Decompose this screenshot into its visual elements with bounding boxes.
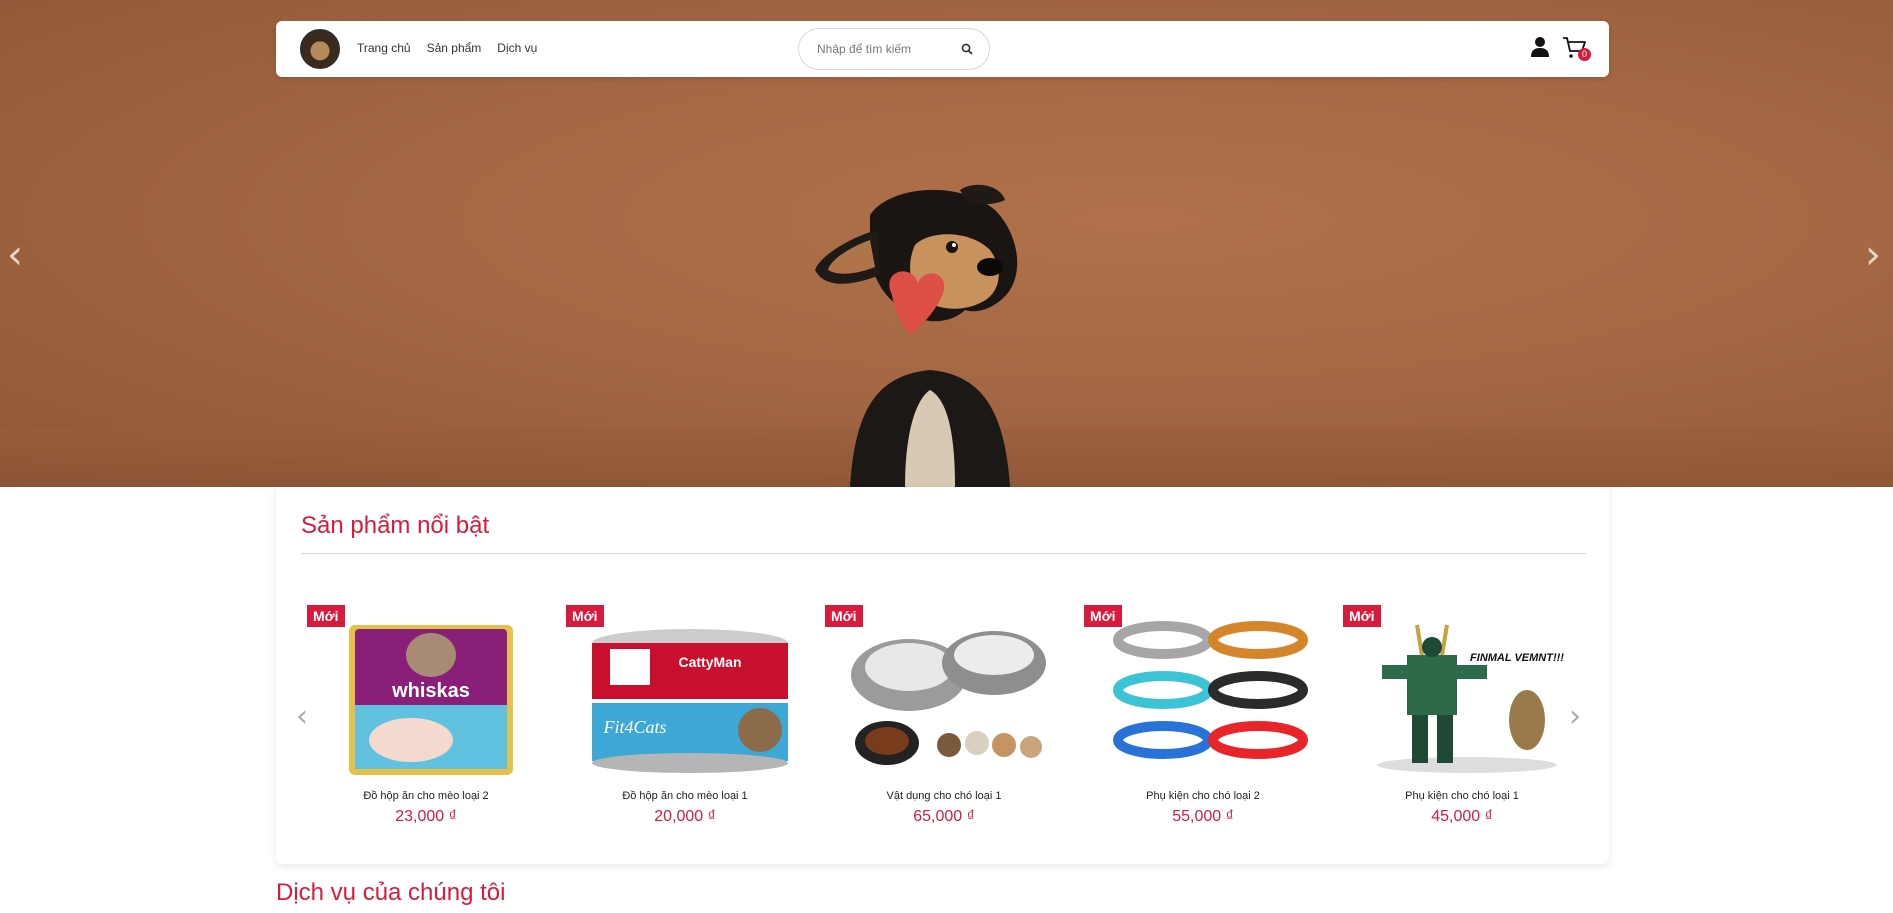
product-card[interactable]: Mới CattyMan Fit4Cats Đồ hộp ăn cho mèo … (560, 605, 810, 835)
cat-food-pouch-image: whiskas (349, 625, 513, 775)
svg-text:whiskas: whiskas (391, 680, 470, 702)
nav-link-products[interactable]: Sản phẩm (427, 41, 482, 55)
search-box (798, 28, 990, 70)
featured-title: Sản phẩm nổi bật (301, 512, 490, 539)
product-name: Đồ hộp ăn cho mèo loại 2 (363, 790, 489, 802)
product-price: 45,000 ₫ (1431, 808, 1493, 825)
user-icon[interactable] (1530, 36, 1550, 58)
product-price: 55,000 ₫ (1172, 808, 1234, 825)
site-logo[interactable] (300, 29, 340, 69)
product-card[interactable]: Mới FINMAL VEMNT!!! Phụ kiện cho chó loạ… (1337, 605, 1587, 835)
robot-toy-image: FINMAL VEMNT!!! (1377, 624, 1564, 773)
hero-prev-arrow[interactable]: ‹ (0, 235, 30, 275)
product-name: Vật dụng cho chó loại 1 (886, 790, 1002, 802)
cat-food-can-image: CattyMan Fit4Cats (592, 629, 788, 773)
nav-links: Trang chủ Sản phẩm Dịch vụ (357, 41, 537, 55)
svg-text:CattyMan: CattyMan (678, 654, 741, 670)
svg-text:FINMAL VEMNT!!!: FINMAL VEMNT!!! (1470, 652, 1564, 664)
hero-next-arrow[interactable]: › (1858, 235, 1888, 275)
product-card[interactable]: Mới whiskas Đồ hộp ăn cho mèo loại 2 23,… (301, 605, 551, 835)
svg-text:Fit4Cats: Fit4Cats (602, 717, 666, 737)
dog-bowls-image (851, 631, 1046, 765)
product-name: Phụ kiện cho chó loại 1 (1405, 790, 1519, 802)
dog-image (815, 184, 1018, 487)
cart-count-badge: 0 (1578, 48, 1591, 61)
product-price: 20,000 ₫ (654, 808, 716, 825)
featured-products-section: Sản phẩm nổi bật ‹ › Mới whiskas Đồ hộp … (276, 487, 1609, 864)
product-price: 23,000 ₫ (395, 808, 457, 825)
dog-collars-image (1113, 621, 1308, 759)
search-input[interactable] (817, 39, 957, 59)
product-card[interactable]: Mới Vật dụng cho chó loại 1 65,000 ₫ (819, 605, 1069, 835)
nav-link-services[interactable]: Dịch vụ (497, 41, 537, 55)
divider (301, 553, 1586, 554)
top-navbar: Trang chủ Sản phẩm Dịch vụ 0 (276, 21, 1609, 77)
product-card[interactable]: Mới Phụ kiện cho chó loại 2 55,000 ₫ (1078, 605, 1328, 835)
product-name: Phụ kiện cho chó loại 2 (1146, 790, 1260, 802)
services-title: Dịch vụ của chúng tôi (276, 879, 506, 906)
product-name: Đồ hộp ăn cho mèo loại 1 (622, 790, 748, 802)
search-icon[interactable] (961, 43, 973, 55)
product-price: 65,000 ₫ (913, 808, 975, 825)
nav-link-home[interactable]: Trang chủ (357, 41, 411, 55)
